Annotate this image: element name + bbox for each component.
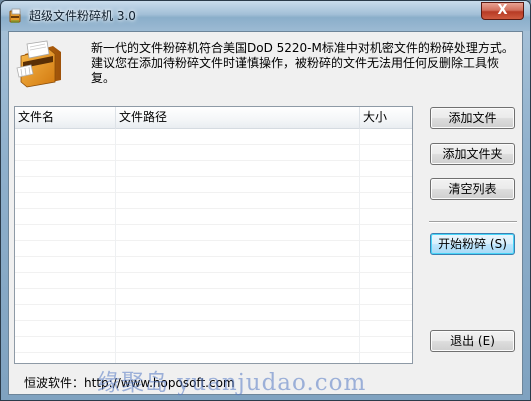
window-title: 超级文件粉碎机 3.0 [29, 9, 136, 23]
column-header-size[interactable]: 大小 [360, 107, 412, 129]
close-icon: X [497, 3, 508, 18]
exit-button[interactable]: 退出 (E) [430, 330, 515, 352]
main-panel: 新一代的文件粉碎机符合美国DoD 5220-M标准中对机密文件的粉碎处理方式。建… [8, 31, 523, 396]
description-text: 新一代的文件粉碎机符合美国DoD 5220-M标准中对机密文件的粉碎处理方式。建… [91, 41, 514, 85]
list-header: 文件名 文件路径 大小 [15, 107, 412, 129]
shredder-icon [15, 40, 65, 88]
shredder-small-icon [8, 8, 24, 24]
add-file-button[interactable]: 添加文件 [430, 107, 515, 129]
column-header-path[interactable]: 文件路径 [116, 107, 360, 129]
company-label: 恒波软件： [24, 376, 85, 390]
app-window: 超级文件粉碎机 3.0 X 新一代的文件粉碎机符合美国DoD 5220-M标准中… [0, 0, 531, 401]
add-folder-button[interactable]: 添加文件夹 [430, 143, 515, 165]
watermark-text: 缘聚岛 yuanjudao.com [97, 370, 367, 396]
column-header-name[interactable]: 文件名 [15, 107, 116, 129]
close-button[interactable]: X [481, 2, 524, 20]
clear-list-button[interactable]: 清空列表 [430, 178, 515, 200]
start-shred-button[interactable]: 开始粉碎 (S) [430, 233, 515, 255]
button-separator [429, 221, 517, 223]
list-body[interactable] [15, 129, 412, 363]
file-list[interactable]: 文件名 文件路径 大小 [14, 106, 413, 364]
title-bar[interactable]: 超级文件粉碎机 3.0 X [1, 1, 530, 31]
